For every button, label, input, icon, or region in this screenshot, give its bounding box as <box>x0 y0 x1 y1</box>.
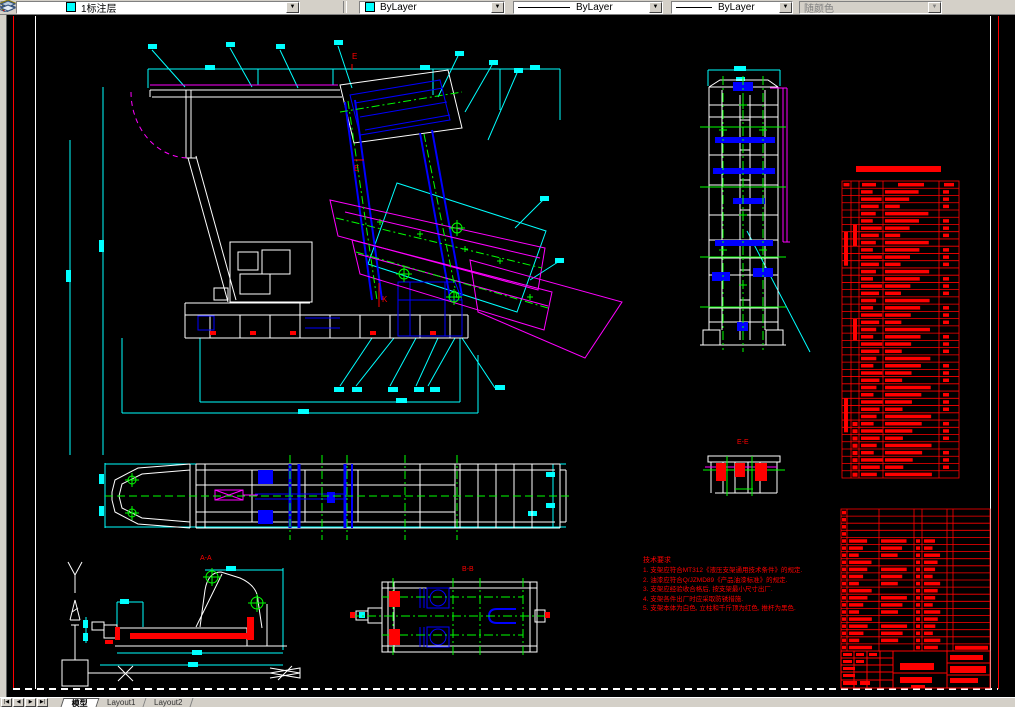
object-properties-toolbar: 1标注层 ▼ ByLayer ▼ ByLayer ▼ ByLayer ▼ 随颜色… <box>0 0 1015 15</box>
note-line: 3. 支架应经验收合格后, 按支架最小尺寸出厂. <box>643 586 773 594</box>
lineweight-sample <box>676 6 712 8</box>
layout-tab-bar: |◀ ◀ ▶ ▶| 模型 Layout1 Layout2 <box>0 697 1015 707</box>
prev-tab-button[interactable]: ◀ <box>13 698 24 707</box>
window-left-edge <box>0 15 7 697</box>
current-color-name: ByLayer <box>380 1 417 13</box>
cad-drawing: E E K A-A B-B E-E <box>13 16 999 690</box>
technical-notes: 技术要求 1. 支架应符合MT312《液压支架通用技术条件》的规定. 2. 油漆… <box>643 556 802 613</box>
detail-label-k: K <box>382 295 388 304</box>
tab-model[interactable]: 模型 <box>60 698 100 707</box>
section-label-e-top: E <box>352 52 357 61</box>
note-line: 1. 支架应符合MT312《液压支架通用技术条件》的规定. <box>643 567 803 575</box>
current-plotstyle-name: 随颜色 <box>804 3 834 14</box>
note-line: 4. 支架各件出厂时应采取防锈措施. <box>643 595 744 603</box>
plotstyle-control: 随颜色 ▼ <box>799 0 942 14</box>
layer-dropdown-arrow[interactable]: ▼ <box>286 1 299 13</box>
color-control[interactable]: ByLayer ▼ <box>359 0 505 14</box>
linetype-sample <box>518 6 570 8</box>
parts-list-tables <box>840 180 991 652</box>
lineweight-control[interactable]: ByLayer ▼ <box>671 0 793 14</box>
layer-viewport-freeze-icon[interactable] <box>0 1 52 13</box>
red-fills <box>105 166 941 645</box>
current-lineweight-name: ByLayer <box>718 1 755 13</box>
toolbar-separator <box>343 1 347 13</box>
tab-layout1[interactable]: Layout1 <box>96 698 147 707</box>
layer-control[interactable]: 1标注层 ▼ <box>0 0 300 14</box>
section-label-bb: B-B <box>462 566 474 573</box>
drawing-canvas[interactable]: E E K A-A B-B E-E 技术要求 1. 支架应符合MT312《液压支… <box>0 15 1015 697</box>
tab-layout2[interactable]: Layout2 <box>144 698 195 707</box>
note-line: 5. 支架本体为白色, 立柱和千斤顶为红色, 推杆为黑色. <box>643 605 796 613</box>
color-dropdown-arrow[interactable]: ▼ <box>491 1 504 13</box>
current-linetype-name: ByLayer <box>576 1 613 13</box>
ucs-icon <box>61 561 301 687</box>
plotstyle-dropdown-arrow: ▼ <box>928 1 941 13</box>
section-labels: E E K A-A B-B E-E <box>200 52 749 573</box>
next-tab-button[interactable]: ▶ <box>25 698 36 707</box>
notes-title: 技术要求 <box>643 557 671 564</box>
last-tab-button[interactable]: ▶| <box>37 698 48 707</box>
layer-color-swatch[interactable] <box>66 2 76 12</box>
section-label-aa: A-A <box>200 555 212 562</box>
note-line: 2. 油漆应符合Q/JZMD89《产品油漆标准》的规定. <box>643 576 788 584</box>
current-layer-name: 1标注层 <box>81 3 117 14</box>
make-object-layer-current-button[interactable] <box>0 0 320 14</box>
layer-previous-button[interactable] <box>0 0 340 14</box>
lineweight-dropdown-arrow[interactable]: ▼ <box>779 1 792 13</box>
layer-freeze-sun-icon[interactable] <box>0 0 41 13</box>
autocad-window: 1标注层 ▼ ByLayer ▼ ByLayer ▼ ByLayer ▼ 随颜色… <box>0 0 1015 707</box>
first-tab-button[interactable]: |◀ <box>1 698 12 707</box>
hydraulic-fills <box>258 82 775 524</box>
section-label-ee: E-E <box>737 439 749 446</box>
current-color-swatch <box>365 2 375 12</box>
linetype-control[interactable]: ByLayer ▼ <box>513 0 663 14</box>
layer-on-bulb-icon[interactable] <box>1 0 30 13</box>
linetype-dropdown-arrow[interactable]: ▼ <box>649 1 662 13</box>
section-label-e-bottom: E <box>354 164 359 173</box>
table-title-bar <box>856 166 941 172</box>
layer-lock-icon[interactable] <box>2 1 63 13</box>
